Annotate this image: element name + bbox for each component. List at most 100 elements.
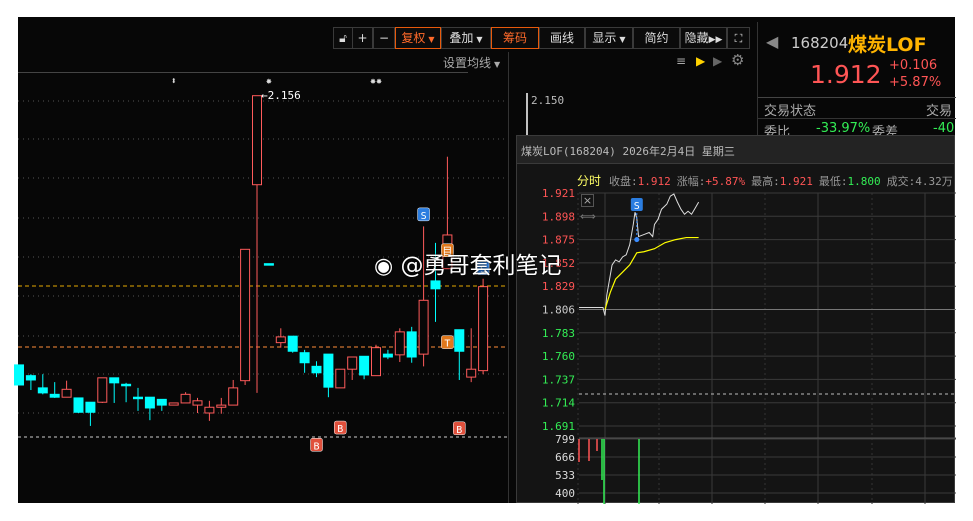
candle[interactable] bbox=[121, 382, 132, 403]
marker-label: B bbox=[337, 424, 343, 435]
candle[interactable] bbox=[287, 335, 298, 353]
signal-marker-buy[interactable]: B bbox=[334, 420, 347, 435]
price-tick: 1.691 bbox=[542, 420, 575, 433]
price-change-pct: +5.87% bbox=[889, 75, 942, 90]
quote-panel: ◀ 168204 煤炭LOF 1.912 +0.106 +5.87% 交易状态 … bbox=[757, 22, 956, 140]
candle[interactable] bbox=[144, 396, 155, 421]
candle[interactable] bbox=[216, 397, 227, 414]
candle[interactable] bbox=[133, 387, 143, 411]
candle-body bbox=[109, 377, 120, 384]
candle[interactable] bbox=[394, 328, 405, 363]
candle[interactable] bbox=[73, 397, 84, 413]
candle[interactable] bbox=[37, 374, 48, 395]
candle[interactable] bbox=[311, 361, 322, 378]
volume-tick: 799 bbox=[555, 433, 575, 446]
price-tick: 1.921 bbox=[542, 187, 575, 200]
divider bbox=[758, 118, 956, 119]
signal-marker-buy[interactable]: B bbox=[453, 421, 466, 436]
resize-icon[interactable]: ⟺ bbox=[580, 210, 596, 223]
candle-body bbox=[216, 404, 227, 408]
weibo-logo-icon: ◉ bbox=[374, 254, 394, 279]
signal-marker-other[interactable]: T bbox=[441, 335, 454, 350]
candle-body bbox=[61, 388, 72, 398]
average-line bbox=[604, 236, 699, 310]
candle[interactable] bbox=[478, 278, 489, 375]
candle-body bbox=[359, 355, 370, 376]
weicha-value: -40 bbox=[933, 121, 955, 136]
candle[interactable] bbox=[109, 377, 120, 403]
candle-body bbox=[121, 383, 132, 387]
candle-body bbox=[204, 406, 215, 414]
candle-body bbox=[454, 329, 465, 352]
price-tick: 1.737 bbox=[542, 373, 575, 386]
candle[interactable] bbox=[14, 364, 24, 386]
candle-body bbox=[144, 396, 155, 409]
candle-body bbox=[263, 263, 274, 266]
candle[interactable] bbox=[156, 398, 167, 411]
event-flag[interactable]: ⬍ bbox=[171, 76, 177, 87]
candle-body bbox=[335, 368, 346, 389]
axis-label-2150: 2.150 bbox=[531, 94, 564, 107]
price-tick: 1.898 bbox=[542, 210, 575, 223]
candle[interactable] bbox=[263, 263, 274, 266]
intraday-chart[interactable]: 1.9211.8981.8751.8521.8291.8061.7831.760… bbox=[517, 136, 956, 504]
candle[interactable] bbox=[406, 326, 417, 363]
candle-body bbox=[299, 352, 310, 364]
watermark: ◉ @勇哥套利笔记 bbox=[374, 246, 562, 280]
marker-label: T bbox=[444, 339, 450, 350]
candle-body bbox=[37, 387, 48, 394]
signal-marker-sell[interactable]: S bbox=[417, 207, 430, 222]
candle[interactable] bbox=[323, 353, 334, 398]
price-tick: 1.783 bbox=[542, 327, 575, 340]
candle[interactable] bbox=[180, 392, 191, 404]
candle[interactable] bbox=[347, 356, 358, 380]
candle[interactable] bbox=[240, 248, 251, 385]
candle[interactable] bbox=[204, 400, 215, 421]
candle[interactable] bbox=[454, 329, 465, 380]
candle[interactable] bbox=[275, 328, 286, 348]
candle[interactable] bbox=[97, 377, 108, 403]
candle[interactable] bbox=[359, 355, 370, 380]
candle[interactable] bbox=[335, 368, 346, 389]
candle-body bbox=[478, 286, 489, 372]
signal-marker-buy[interactable]: B bbox=[310, 438, 323, 452]
candle-body bbox=[240, 248, 251, 382]
price-tick: 1.875 bbox=[542, 234, 575, 247]
sell-marker-label: S bbox=[634, 201, 640, 212]
candle-body bbox=[192, 400, 203, 406]
event-flag[interactable]: ✸ bbox=[266, 76, 272, 87]
candle-body bbox=[275, 336, 286, 344]
candle[interactable] bbox=[299, 349, 310, 373]
candle-body bbox=[311, 365, 322, 374]
stock-name: 煤炭LOF bbox=[848, 34, 927, 56]
candle[interactable] bbox=[382, 349, 393, 360]
candle-body bbox=[323, 353, 334, 388]
candle[interactable] bbox=[168, 402, 179, 406]
candle-body bbox=[382, 353, 393, 358]
price-change: +0.106 bbox=[889, 58, 938, 73]
event-flag[interactable]: ✸✸ bbox=[370, 76, 382, 87]
candle[interactable] bbox=[192, 397, 203, 413]
close-icon[interactable]: × bbox=[581, 194, 594, 207]
price-tick: 1.829 bbox=[542, 280, 575, 293]
candle[interactable] bbox=[49, 382, 60, 398]
marker-label: B bbox=[313, 441, 319, 452]
candle[interactable] bbox=[252, 95, 262, 393]
candle[interactable] bbox=[85, 401, 96, 426]
candle-body bbox=[168, 402, 179, 406]
prev-stock-icon[interactable]: ◀ bbox=[766, 32, 778, 51]
candle-body bbox=[97, 377, 108, 403]
candle-body bbox=[156, 398, 167, 406]
candle-body bbox=[180, 393, 191, 404]
candle-body bbox=[287, 335, 298, 352]
price-tick: 1.714 bbox=[542, 397, 575, 410]
candle-body bbox=[25, 375, 36, 381]
candle[interactable] bbox=[228, 379, 239, 406]
price-tick: 1.760 bbox=[542, 350, 575, 363]
candle-body bbox=[347, 356, 358, 370]
candle[interactable] bbox=[61, 380, 72, 398]
candle[interactable] bbox=[25, 374, 36, 391]
candle[interactable] bbox=[371, 344, 381, 377]
stock-code: 168204 bbox=[791, 34, 849, 52]
price-tick: 1.806 bbox=[542, 304, 575, 317]
